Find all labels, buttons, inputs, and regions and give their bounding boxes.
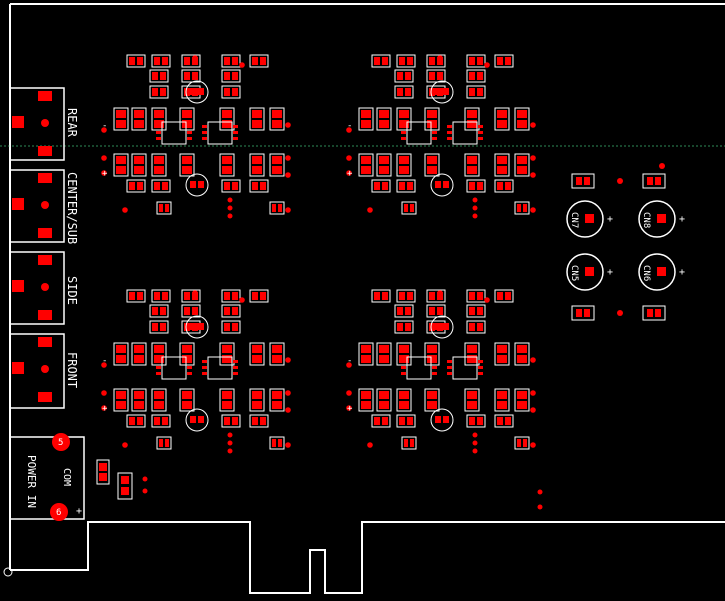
test-pad <box>239 62 245 68</box>
test-pad <box>530 407 536 413</box>
polarity-mark: + <box>347 404 353 414</box>
capacitor <box>430 408 454 432</box>
test-pad <box>537 489 543 495</box>
amplifier-block: -+ <box>101 289 291 454</box>
test-pad <box>346 390 352 396</box>
test-pad <box>285 207 291 213</box>
power-capacitors: CN7 + CN8 + CN5 + CN6 + <box>566 163 685 321</box>
polarity-mark: + <box>102 404 108 414</box>
polarity-mark: - <box>102 356 107 366</box>
test-pad <box>122 442 128 448</box>
svg-text:+: + <box>679 214 685 225</box>
test-pad <box>285 442 291 448</box>
svg-text:CN6: CN6 <box>641 265 651 281</box>
test-pad <box>101 155 107 161</box>
connector-label-front: FRONT <box>65 352 79 388</box>
power-label: POWER IN <box>25 455 38 508</box>
test-pad <box>101 390 107 396</box>
connector-front: FRONT <box>9 333 79 409</box>
capacitor <box>185 408 209 432</box>
test-pad <box>285 407 291 413</box>
test-pad <box>484 297 490 303</box>
test-pad <box>530 207 536 213</box>
svg-text:+: + <box>76 506 82 517</box>
connector-center-sub: CENTER/SUB <box>9 169 79 244</box>
test-pad <box>346 155 352 161</box>
test-pad <box>192 290 198 296</box>
svg-text:+: + <box>607 267 613 278</box>
test-pad <box>192 55 198 61</box>
connector-label-rear: REAR <box>65 108 79 138</box>
svg-text:CN7: CN7 <box>569 212 579 228</box>
pcb-layout: REAR CENTER/SUB SIDE FRONT 5 6 POWER IN … <box>0 3 725 594</box>
test-pad <box>285 357 291 363</box>
test-pad <box>484 62 490 68</box>
test-pad <box>437 55 443 61</box>
capacitor <box>185 173 209 197</box>
amplifier-block: -+ <box>346 289 536 454</box>
amplifier-block: -+ <box>346 54 536 219</box>
test-pad <box>239 297 245 303</box>
test-pad <box>530 172 536 178</box>
test-pad <box>537 504 543 510</box>
test-pad <box>285 390 291 396</box>
test-pad <box>285 155 291 161</box>
test-pad <box>122 207 128 213</box>
test-pad <box>367 207 373 213</box>
test-pad <box>530 122 536 128</box>
cap-cn8: CN8 + <box>638 200 685 238</box>
board-outline <box>9 3 725 594</box>
polarity-mark: - <box>347 121 352 131</box>
svg-text:+: + <box>679 267 685 278</box>
amplifier-block: -+ <box>101 54 291 219</box>
test-pad <box>285 172 291 178</box>
polarity-mark: + <box>347 169 353 179</box>
svg-text:5: 5 <box>58 438 63 448</box>
test-pad <box>530 442 536 448</box>
connector-rear: REAR <box>9 87 79 161</box>
polarity-mark: - <box>347 356 352 366</box>
power-filter-parts <box>96 459 148 500</box>
test-pad <box>530 155 536 161</box>
svg-text:+: + <box>607 214 613 225</box>
svg-text:6: 6 <box>56 508 61 518</box>
polarity-mark: - <box>102 121 107 131</box>
corner-marker <box>3 567 13 577</box>
capacitor <box>430 173 454 197</box>
amplifier-blocks: -+-+-+-+ <box>101 54 536 454</box>
cap-cn7: CN7 + <box>566 200 613 238</box>
polarity-mark: + <box>102 169 108 179</box>
svg-text:CN8: CN8 <box>641 212 651 228</box>
test-pad <box>530 357 536 363</box>
power-com-label: COM <box>61 468 72 486</box>
connector-side: SIDE <box>9 251 79 325</box>
cap-cn6: CN6 + <box>638 253 685 291</box>
power-connector: 5 6 POWER IN COM + <box>9 433 85 521</box>
cap-cn5: CN5 + <box>566 253 613 291</box>
test-pad <box>437 290 443 296</box>
svg-text:CN5: CN5 <box>569 265 579 281</box>
connector-label-center-sub: CENTER/SUB <box>65 172 79 244</box>
connector-label-side: SIDE <box>65 276 79 305</box>
test-pad <box>285 122 291 128</box>
test-pad <box>367 442 373 448</box>
test-pad <box>530 390 536 396</box>
